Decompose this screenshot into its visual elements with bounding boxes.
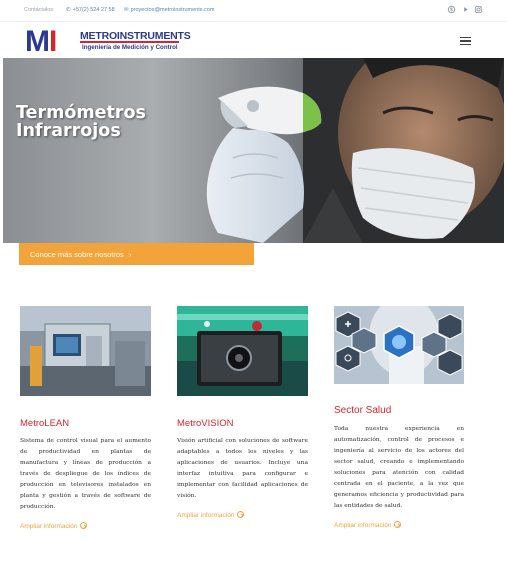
metrolean-more-label: Ampliar información (20, 523, 78, 530)
arrow-circle-icon (80, 522, 88, 529)
phone-icon: ✆ (66, 7, 71, 13)
sector-salud-photo (334, 306, 464, 384)
logo-tagline: Ingeniería de Medición y Control (82, 44, 178, 51)
sector-salud-image[interactable] (334, 306, 464, 384)
metrolean-more-link[interactable]: Ampliar información (20, 522, 88, 530)
hamburger-menu-icon[interactable] (460, 37, 471, 45)
sector-salud-description: Toda nuestra experiencia en automatizaci… (334, 426, 464, 509)
youtube-icon[interactable] (461, 5, 470, 14)
sector-salud-more-label: Ampliar información (334, 522, 392, 529)
metrovision-more-link[interactable]: Ampliar información (177, 511, 245, 519)
email-address: proyectos@metroinstruments.com (130, 7, 215, 13)
arrow-circle-icon (394, 521, 402, 528)
metrovision-photo (177, 306, 308, 396)
hero-title-line1: Termómetros (16, 103, 146, 123)
contact-label: Contáctalos: (24, 7, 55, 13)
phone-link[interactable]: ✆ +57(2) 524 27 58 (66, 7, 115, 13)
hero-image (206, 58, 504, 243)
arrow-circle-icon (237, 511, 245, 518)
sector-salud-more-link[interactable]: Ampliar información (334, 521, 402, 529)
hero-banner: Termómetros Infrarrojos (3, 58, 504, 243)
metrovision-title: MetroVISION (177, 418, 234, 429)
skype-icon[interactable] (447, 5, 456, 14)
logo[interactable]: MI METROINSTRUMENTS Ingeniería de Medici… (25, 25, 191, 58)
top-bar: Contáctalos: ✆ +57(2) 524 27 58 ✉ proyecto… (0, 0, 507, 21)
mail-icon: ✉ (124, 7, 129, 13)
phone-number: +57(2) 524 27 58 (72, 7, 115, 13)
metrovision-more-label: Ampliar información (177, 512, 235, 519)
chevron-right-icon: › (128, 250, 132, 259)
instagram-icon[interactable] (474, 5, 483, 14)
metrovision-image[interactable] (177, 306, 308, 396)
about-us-button[interactable]: Conoce más sobre nosotros › (19, 243, 254, 265)
metrolean-image[interactable] (20, 306, 151, 396)
sector-salud-title: Sector Salud (334, 405, 392, 416)
logo-mark: MI (25, 25, 57, 58)
metrolean-title: MetroLEAN (20, 418, 70, 429)
about-us-button-label: Conoce más sobre nosotros (30, 250, 124, 259)
metrolean-photo (20, 306, 151, 396)
hero-title: Termómetros Infrarrojos (16, 104, 146, 140)
email-link[interactable]: ✉ proyectos@metroinstruments.com (124, 7, 214, 13)
metrolean-description: Sistema de control visual para el aument… (20, 438, 151, 510)
logo-divider (80, 41, 179, 43)
site-header: MI METROINSTRUMENTS Ingeniería de Medici… (0, 21, 507, 58)
metrovision-description: Visión artificial con soluciones de soft… (177, 438, 308, 499)
hero-title-line2: Infrarrojos (16, 121, 121, 141)
